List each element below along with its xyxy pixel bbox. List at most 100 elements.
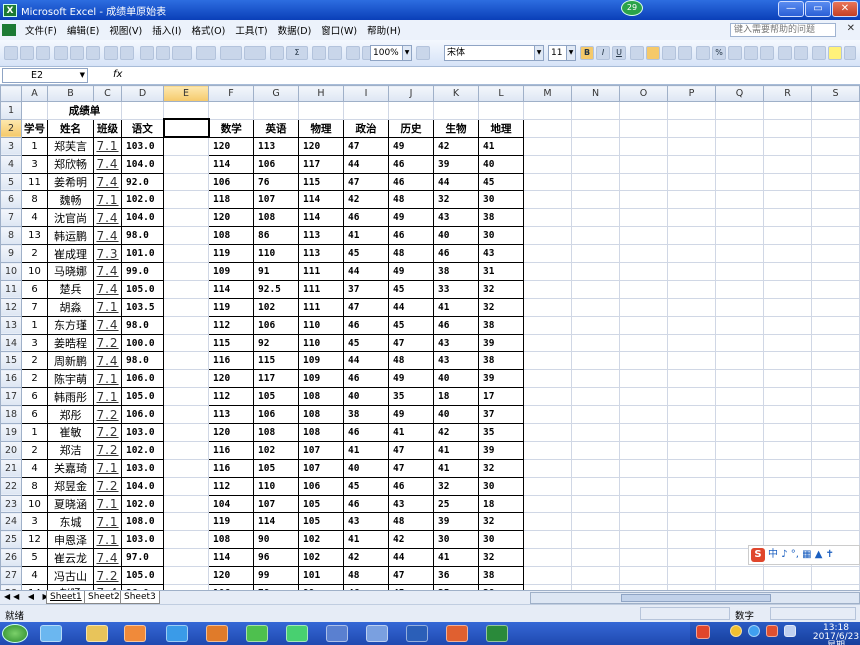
font-select[interactable]: 宋体 ▼ — [444, 45, 544, 61]
cell[interactable] — [811, 315, 860, 335]
score-cell[interactable]: 105.0 — [121, 387, 164, 407]
score-cell[interactable]: 105 — [298, 512, 344, 532]
score-cell[interactable]: 41 — [433, 297, 479, 317]
cell[interactable] — [163, 476, 209, 496]
score-cell[interactable]: 38 — [343, 405, 389, 425]
cell[interactable] — [571, 208, 620, 228]
chevron-down-icon[interactable]: ▼ — [80, 69, 85, 82]
score-cell[interactable]: 40 — [478, 154, 524, 174]
cell[interactable] — [619, 262, 668, 281]
tray-icon[interactable] — [730, 625, 742, 637]
score-cell[interactable]: 116 — [208, 440, 254, 460]
cell[interactable] — [715, 476, 764, 496]
score-cell[interactable]: 30 — [478, 226, 524, 246]
research-icon[interactable] — [120, 46, 134, 60]
student-id-cell[interactable]: 2 — [21, 244, 48, 264]
cell[interactable] — [811, 512, 860, 532]
cell[interactable] — [523, 297, 572, 317]
class-cell[interactable]: 7.4 — [93, 262, 122, 281]
score-cell[interactable]: 17 — [478, 387, 524, 407]
cell[interactable] — [163, 530, 209, 550]
cell[interactable] — [667, 333, 716, 353]
hyperlink-icon[interactable] — [270, 46, 284, 60]
row-header[interactable]: 15 — [0, 351, 22, 371]
score-cell[interactable]: 106 — [253, 405, 299, 425]
score-cell[interactable]: 47 — [388, 440, 434, 460]
student-name-cell[interactable]: 崔敏 — [47, 423, 94, 442]
print-icon[interactable] — [70, 46, 84, 60]
score-cell[interactable]: 46 — [433, 244, 479, 264]
score-cell[interactable]: 115 — [253, 351, 299, 371]
class-cell[interactable]: 7.1 — [93, 190, 122, 210]
score-cell[interactable]: 91 — [253, 262, 299, 281]
column-header-q[interactable]: Q — [715, 85, 764, 102]
percent-button[interactable]: % — [712, 46, 726, 60]
cell[interactable] — [571, 101, 620, 120]
select-all-corner[interactable] — [0, 85, 22, 102]
cell[interactable] — [811, 458, 860, 478]
cell[interactable] — [811, 190, 860, 210]
score-cell[interactable]: 105.0 — [121, 279, 164, 299]
cell[interactable] — [571, 387, 620, 407]
cell[interactable] — [163, 154, 209, 174]
score-cell[interactable]: 43 — [433, 208, 479, 228]
student-name-cell[interactable]: 东城 — [47, 512, 94, 532]
cell[interactable] — [811, 101, 860, 120]
worksheet-table[interactable]: ABCDEFGHIJKLMNOPQRS 1 成绩单 2 学号 姓名 班级 语文 数学 英语 物理政… — [0, 85, 860, 590]
score-cell[interactable]: 45 — [343, 333, 389, 353]
class-cell[interactable]: 7.1 — [93, 387, 122, 407]
student-id-cell[interactable]: 6 — [21, 279, 48, 299]
cell[interactable] — [763, 423, 812, 442]
score-cell[interactable]: 38 — [478, 315, 524, 335]
score-cell[interactable]: 40 — [433, 226, 479, 246]
score-cell[interactable]: 38 — [433, 262, 479, 281]
class-cell[interactable]: 7.2 — [93, 333, 122, 353]
cell[interactable] — [388, 101, 434, 120]
row-header[interactable]: 18 — [0, 405, 22, 425]
score-cell[interactable]: 40 — [433, 405, 479, 425]
cell[interactable] — [163, 279, 209, 299]
student-name-cell[interactable]: 沈官尚 — [47, 208, 94, 228]
scrollbar-thumb[interactable] — [621, 594, 771, 602]
paste-icon[interactable] — [172, 46, 192, 60]
score-cell[interactable]: 106 — [298, 476, 344, 496]
cell[interactable] — [523, 190, 572, 210]
score-cell[interactable]: 44 — [343, 351, 389, 371]
cell[interactable] — [163, 208, 209, 228]
cell[interactable] — [163, 440, 209, 460]
cell[interactable] — [763, 440, 812, 460]
cell[interactable] — [667, 458, 716, 478]
score-cell[interactable]: 46 — [433, 315, 479, 335]
score-cell[interactable]: 108 — [298, 387, 344, 407]
row-header[interactable]: 8 — [0, 226, 22, 246]
cell[interactable] — [811, 405, 860, 425]
cell[interactable] — [571, 190, 620, 210]
cell[interactable] — [619, 101, 668, 120]
cell[interactable] — [523, 244, 572, 264]
cell[interactable] — [667, 530, 716, 550]
score-cell[interactable]: 32 — [478, 279, 524, 299]
score-cell[interactable]: 35 — [388, 387, 434, 407]
cell[interactable] — [667, 279, 716, 299]
score-cell[interactable]: 120 — [208, 136, 254, 156]
redo-icon[interactable] — [244, 46, 266, 60]
underline-button[interactable]: U — [612, 46, 626, 60]
score-cell[interactable]: 49 — [388, 262, 434, 281]
fill-color-icon[interactable] — [828, 46, 842, 60]
align-right-icon[interactable] — [662, 46, 676, 60]
score-cell[interactable]: 48 — [388, 512, 434, 532]
score-cell[interactable]: 40 — [343, 458, 389, 478]
word-icon[interactable] — [406, 625, 428, 642]
row-header[interactable]: 19 — [0, 423, 22, 442]
cell[interactable] — [763, 118, 812, 138]
cell[interactable] — [667, 423, 716, 442]
cell[interactable] — [667, 101, 716, 120]
start-button[interactable] — [2, 624, 28, 643]
class-cell[interactable]: 7.1 — [93, 494, 122, 514]
excel-icon[interactable] — [486, 625, 508, 642]
volume-icon[interactable] — [766, 625, 778, 637]
powerpoint-icon[interactable] — [446, 625, 468, 642]
score-cell[interactable]: 47 — [343, 297, 389, 317]
cell[interactable] — [163, 494, 209, 514]
cell[interactable] — [619, 530, 668, 550]
